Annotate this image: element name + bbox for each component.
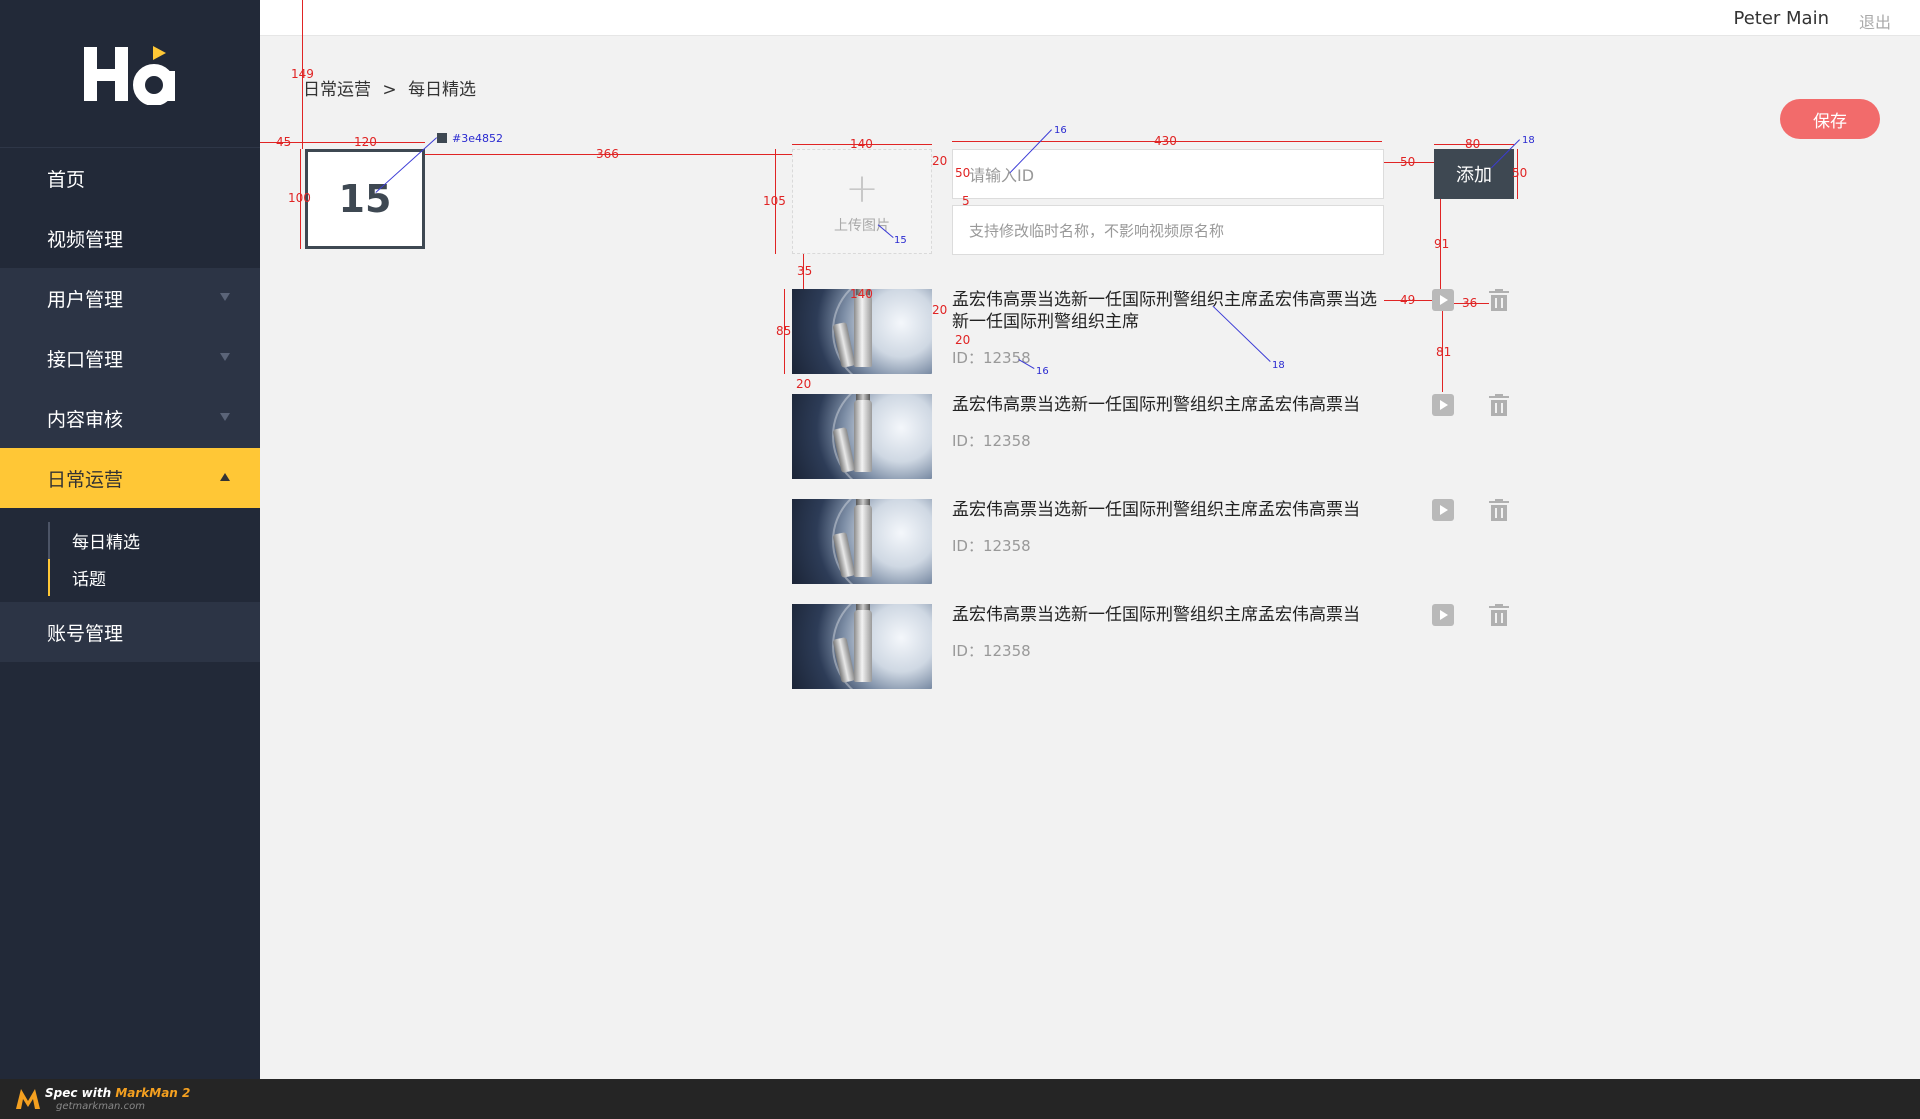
video-thumbnail[interactable] [792,604,932,689]
video-title: 孟宏伟高票当选新一任国际刑警组织主席孟宏伟高票当选新一任国际刑警组织主席 [952,290,1377,332]
spec-dimension: 20 [932,154,948,168]
nav-daily-operations[interactable]: 日常运营 [0,448,260,508]
video-id-input[interactable]: 请输入ID [952,149,1384,199]
color-swatch [437,133,447,143]
nav-account-label: 账号管理 [47,622,124,645]
video-thumbnail[interactable] [792,394,932,479]
chevron-down-icon [220,413,230,421]
spec-color-label: #3e4852 [452,132,503,145]
video-thumbnail[interactable] [792,289,932,374]
spec-dimension: 49 [1400,293,1416,307]
top-bar: Peter Main 退出 [260,0,1920,36]
video-title: 孟宏伟高票当选新一任国际刑警组织主席孟宏伟高票当 [952,500,1360,520]
spec-dimension: 80 [1465,137,1481,151]
breadcrumb-separator: > [382,80,397,100]
user-name[interactable]: Peter Main [1733,8,1829,29]
markman-footer: Spec with MarkMan 2 getmarkman.com [0,1079,1920,1119]
spec-dimension: 366 [596,147,619,161]
spec-dimension: 20 [796,377,812,391]
spec-font-size: 18 [1522,135,1535,146]
trash-icon[interactable] [1489,289,1509,311]
app-logo[interactable] [0,0,260,148]
upload-image-label: 上传图片 [834,217,890,234]
spec-dimension: 105 [763,194,786,208]
markman-brand: Spec with MarkMan 2 [45,1086,190,1100]
nav-user-management[interactable]: 用户管理 [0,268,260,328]
save-button[interactable]: 保存 [1780,99,1880,139]
brand-prefix: Spec with [45,1086,116,1100]
list-item: 孟宏伟高票当选新一任国际刑警组织主席孟宏伟高票当 ID：12358 [792,604,1522,689]
spec-font-size: 16 [1036,366,1049,377]
spec-dimension: 5 [962,194,970,208]
play-icon[interactable] [1432,499,1454,521]
spec-dimension: 20 [955,333,971,347]
spec-dimension: 140 [850,137,873,151]
chevron-down-icon [220,293,230,301]
chevron-down-icon [220,353,230,361]
nav-video-management[interactable]: 视频管理 [0,208,260,268]
spec-dimension: 36 [1462,296,1478,310]
spec-dimension: 120 [354,135,377,149]
video-thumbnail[interactable] [792,499,932,584]
brand-name: MarkMan 2 [115,1086,191,1100]
breadcrumb-parent[interactable]: 日常运营 [303,80,371,100]
submenu-item-daily-picks[interactable]: 每日精选 [48,522,260,559]
nav-api-label: 接口管理 [47,348,124,371]
spec-dimension: 50 [1400,155,1416,169]
spec-dimension: 140 [850,287,873,301]
logo-icon [84,46,175,105]
spec-dimension: 149 [291,67,314,81]
video-id: ID：12358 [952,537,1031,555]
spec-dimension: 45 [276,135,292,149]
video-id: ID：12358 [952,349,1031,367]
submenu-daily-operations: 每日精选 话题 [0,508,260,602]
trash-icon[interactable] [1489,499,1509,521]
nav-review-label: 内容审核 [47,408,124,431]
nav-home[interactable]: 首页 [0,148,260,208]
submenu-item-topics[interactable]: 话题 [48,559,260,596]
breadcrumb-current: 每日精选 [408,80,477,100]
spec-dimension: 20 [932,303,948,317]
spec-dimension: 50 [955,166,971,180]
nav-home-label: 首页 [47,168,86,191]
spec-dimension: 430 [1154,134,1177,148]
markman-site[interactable]: getmarkman.com [56,1101,145,1112]
video-id: ID：12358 [952,642,1031,660]
trash-icon[interactable] [1489,604,1509,626]
nav-content-review[interactable]: 内容审核 [0,388,260,448]
trash-icon[interactable] [1489,394,1509,416]
markman-logo-icon [16,1089,40,1109]
spec-font-size: 16 [1054,125,1067,136]
list-item: 孟宏伟高票当选新一任国际刑警组织主席孟宏伟高票当 ID：12358 [792,499,1522,584]
sidebar: 首页 视频管理 用户管理 接口管理 内容审核 日常运营 每日精选 话题 账号管理 [0,0,260,1079]
spec-dimension: 85 [776,324,792,338]
nav-operations-label: 日常运营 [47,468,124,491]
spec-font-size: 18 [1272,360,1285,371]
spec-dimension: 91 [1434,237,1450,251]
nav-account-management[interactable]: 账号管理 [0,602,260,662]
play-icon[interactable] [1432,604,1454,626]
chevron-up-icon [220,473,230,481]
list-item: 孟宏伟高票当选新一任国际刑警组织主席孟宏伟高票当 ID：12358 [792,394,1522,479]
breadcrumb: 日常运营 > 每日精选 [303,75,482,100]
nav-video-label: 视频管理 [47,228,124,251]
play-icon[interactable] [1432,394,1454,416]
spec-dimension: 35 [797,264,813,278]
spec-dimension: 81 [1436,345,1452,359]
video-title: 孟宏伟高票当选新一任国际刑警组织主席孟宏伟高票当 [952,605,1360,625]
spec-font-size: 15 [894,235,907,246]
temp-name-input[interactable]: 支持修改临时名称，不影响视频原名称 [952,205,1384,255]
nav-user-label: 用户管理 [47,288,124,311]
video-id: ID：12358 [952,432,1031,450]
upload-image-button[interactable]: + 上传图片 [792,149,932,254]
spec-dimension: 50 [1512,166,1528,180]
logout-link[interactable]: 退出 [1859,9,1891,33]
play-icon[interactable] [1432,289,1454,311]
video-title: 孟宏伟高票当选新一任国际刑警组织主席孟宏伟高票当 [952,395,1360,415]
nav-api-management[interactable]: 接口管理 [0,328,260,388]
plus-icon: + [845,165,879,212]
spec-dimension: 100 [288,191,311,205]
